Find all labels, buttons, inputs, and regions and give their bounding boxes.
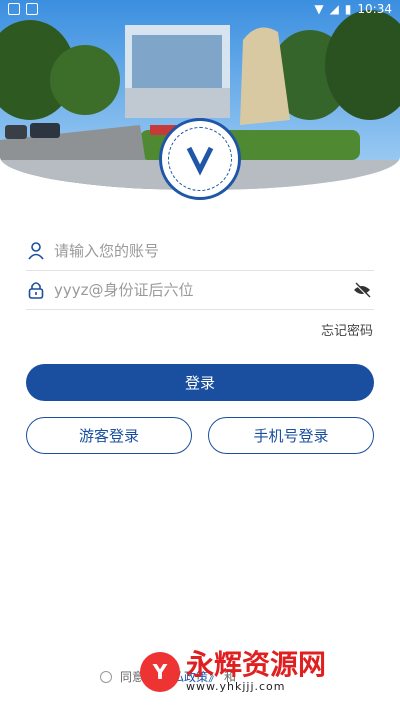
hide-password-toggle-icon[interactable] [350, 278, 374, 302]
emblem-symbol-icon [186, 146, 214, 176]
guest-login-button[interactable]: 游客登录 [26, 417, 192, 454]
phone-login-button[interactable]: 手机号登录 [208, 417, 374, 454]
app-notification-icon [26, 3, 38, 15]
user-icon [26, 241, 46, 261]
status-left-icons [8, 3, 38, 15]
account-input[interactable] [52, 241, 374, 261]
lock-icon [26, 280, 46, 300]
account-field[interactable] [26, 232, 374, 271]
watermark-url: www.yhkjjj.com [186, 680, 286, 693]
watermark-text-block: 永辉资源网 www.yhkjjj.com [186, 648, 327, 694]
agreement-radio[interactable] [100, 670, 112, 683]
status-time: 10:34 [357, 2, 392, 16]
battery-icon: ▮ [344, 2, 352, 16]
forgot-password-link[interactable]: 忘记密码 [321, 320, 373, 339]
college-emblem-logo [159, 118, 241, 200]
notification-icon [8, 3, 20, 15]
status-right: ▼ ◢ ▮ 10:34 [314, 2, 392, 16]
password-input[interactable] [52, 280, 350, 300]
signal-icon: ◢ [329, 2, 339, 16]
watermark: Y 永辉资源网 www.yhkjjj.com [140, 650, 326, 693]
wifi-icon: ▼ [314, 2, 324, 16]
watermark-brand: 永辉资源网 [186, 648, 327, 681]
emblem-inner-mark [168, 127, 232, 191]
login-button[interactable]: 登录 [26, 364, 374, 401]
watermark-logo-icon: Y [140, 651, 180, 692]
password-field[interactable] [26, 271, 374, 310]
status-bar: ▼ ◢ ▮ 10:34 [0, 0, 400, 20]
